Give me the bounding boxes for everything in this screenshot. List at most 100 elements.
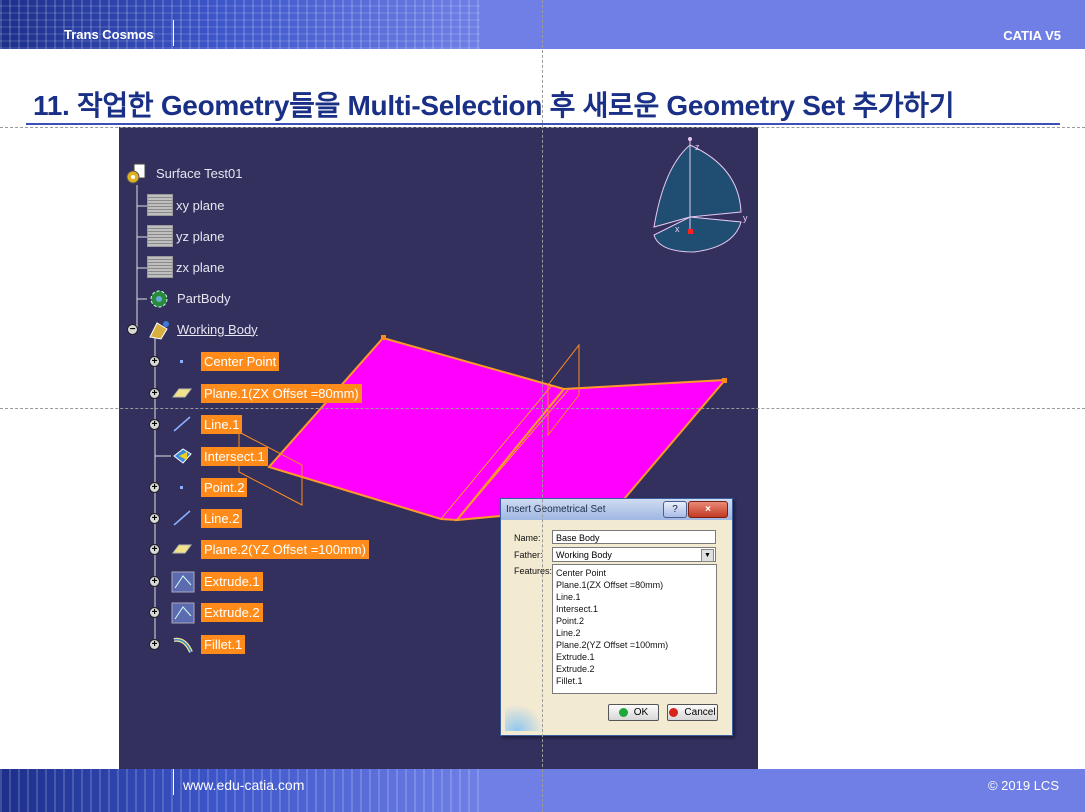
brand-label: Trans Cosmos bbox=[64, 27, 154, 42]
plane-icon bbox=[147, 256, 173, 278]
cancel-button-label: Cancel bbox=[684, 707, 716, 718]
chevron-down-icon[interactable]: ▼ bbox=[701, 549, 714, 562]
compass-y-label: y bbox=[743, 213, 748, 223]
tree-item-label: zx plane bbox=[176, 259, 225, 275]
features-label: Features: bbox=[514, 566, 553, 576]
dialog-decoration bbox=[505, 705, 545, 731]
tree-item-label: Line.2 bbox=[201, 508, 243, 528]
dialog-titlebar[interactable]: Insert Geometrical Set ? × bbox=[501, 499, 732, 520]
geometrical-set-icon bbox=[147, 318, 174, 340]
partbody-gear-icon bbox=[147, 287, 174, 309]
tree-item-yz-plane[interactable]: yz plane bbox=[147, 225, 225, 247]
expand-toggle[interactable]: + bbox=[149, 356, 160, 367]
expand-toggle[interactable]: + bbox=[149, 513, 160, 524]
tree-item-label: Center Point bbox=[201, 351, 280, 371]
feature-item: Plane.1(ZX Offset =80mm) bbox=[556, 580, 664, 590]
tree-item-fillet-1[interactable]: Fillet.1 bbox=[171, 633, 246, 655]
cancel-button[interactable]: Cancel bbox=[667, 704, 718, 721]
feature-item: Line.1 bbox=[556, 592, 581, 602]
tree-item-label: Fillet.1 bbox=[201, 634, 246, 654]
features-list[interactable]: Center Point Plane.1(ZX Offset =80mm) Li… bbox=[552, 564, 717, 694]
ok-icon bbox=[618, 708, 628, 717]
header-divider bbox=[173, 20, 174, 46]
tree-item-line-1[interactable]: Line.1 bbox=[171, 414, 243, 434]
close-button[interactable]: × bbox=[688, 501, 728, 518]
dialog-title: Insert Geometrical Set bbox=[506, 504, 606, 515]
tree-item-label: Line.1 bbox=[201, 414, 243, 434]
vertex-point[interactable] bbox=[722, 378, 727, 383]
guide-line bbox=[542, 0, 543, 812]
expand-toggle[interactable]: + bbox=[149, 544, 160, 555]
extrude-icon bbox=[171, 570, 198, 593]
footer-divider bbox=[173, 769, 174, 795]
extrude-icon bbox=[171, 601, 198, 624]
expand-toggle[interactable]: + bbox=[149, 639, 160, 650]
plane-feature-icon bbox=[171, 382, 198, 404]
plane-icon bbox=[147, 194, 173, 216]
feature-item: Intersect.1 bbox=[556, 604, 599, 614]
tree-item-label: yz plane bbox=[176, 228, 225, 244]
vertex-point[interactable] bbox=[381, 335, 386, 340]
fillet-icon bbox=[171, 633, 198, 655]
tree-item-working-body[interactable]: Working Body bbox=[147, 318, 258, 340]
expand-toggle[interactable]: + bbox=[149, 419, 160, 430]
tree-item-label: Extrude.1 bbox=[201, 571, 263, 591]
tree-item-label: PartBody bbox=[177, 290, 231, 306]
name-input[interactable]: Base Body bbox=[552, 530, 716, 544]
ok-button[interactable]: OK bbox=[608, 704, 659, 721]
father-label: Father: bbox=[514, 550, 543, 560]
compass-icon[interactable] bbox=[653, 137, 742, 253]
expand-toggle[interactable]: + bbox=[149, 607, 160, 618]
expand-toggle[interactable]: + bbox=[149, 388, 160, 399]
tree-item-label: Working Body bbox=[177, 321, 258, 337]
feature-item: Line.2 bbox=[556, 628, 581, 638]
tree-item-intersect-1[interactable]: Intersect.1 bbox=[171, 446, 268, 466]
name-label: Name: bbox=[514, 533, 541, 543]
tree-item-extrude-1[interactable]: Extrude.1 bbox=[171, 570, 263, 593]
tree-item-label: Plane.1(ZX Offset =80mm) bbox=[201, 383, 362, 403]
expand-toggle[interactable]: + bbox=[149, 482, 160, 493]
feature-item: Plane.2(YZ Offset =100mm) bbox=[556, 640, 669, 650]
tree-item-label: Intersect.1 bbox=[201, 446, 268, 466]
help-button[interactable]: ? bbox=[663, 501, 687, 518]
tree-root-label: Surface Test01 bbox=[156, 165, 243, 181]
plane-icon bbox=[147, 225, 173, 247]
tree-item-xy-plane[interactable]: xy plane bbox=[147, 194, 225, 216]
line-icon bbox=[171, 507, 198, 529]
feature-item: Fillet.1 bbox=[556, 676, 583, 686]
feature-item: Extrude.2 bbox=[556, 664, 595, 674]
title-underline bbox=[26, 123, 1060, 125]
compass-z-label: z bbox=[695, 142, 700, 152]
feature-item: Point.2 bbox=[556, 616, 585, 626]
cancel-icon bbox=[669, 708, 679, 717]
tree-item-point-2[interactable]: Point.2 bbox=[171, 476, 248, 498]
footer-copyright: © 2019 LCS bbox=[987, 778, 1059, 793]
intersect-icon bbox=[171, 445, 198, 467]
tree-item-label: Point.2 bbox=[201, 477, 248, 497]
insert-geometrical-set-dialog[interactable]: Insert Geometrical Set ? × Name: Base Bo… bbox=[500, 498, 733, 736]
tree-item-plane-2[interactable]: Plane.2(YZ Offset =100mm) bbox=[171, 539, 369, 559]
tree-root[interactable]: Surface Test01 bbox=[125, 162, 243, 184]
tree-item-partbody[interactable]: PartBody bbox=[147, 288, 230, 308]
point-icon bbox=[171, 350, 198, 372]
tree-item-center-point[interactable]: Center Point bbox=[171, 350, 280, 372]
tree-item-plane-1[interactable]: Plane.1(ZX Offset =80mm) bbox=[171, 383, 362, 403]
father-select-value: Working Body bbox=[556, 550, 612, 560]
point-icon bbox=[171, 476, 198, 498]
slide-title: 11. 작업한 Geometry들을 Multi-Selection 후 새로운… bbox=[33, 90, 955, 121]
tree-item-label: Plane.2(YZ Offset =100mm) bbox=[201, 539, 369, 559]
footer-url: www.edu-catia.com bbox=[183, 777, 305, 793]
feature-item: Extrude.1 bbox=[556, 652, 595, 662]
feature-item: Center Point bbox=[556, 568, 607, 578]
tree-item-line-2[interactable]: Line.2 bbox=[171, 507, 243, 529]
tree-item-zx-plane[interactable]: zx plane bbox=[147, 256, 225, 278]
compass-x-label: x bbox=[675, 224, 680, 234]
collapse-toggle[interactable]: − bbox=[127, 324, 138, 335]
expand-toggle[interactable]: + bbox=[149, 576, 160, 587]
plane-feature-icon bbox=[171, 538, 198, 560]
tree-item-label: Extrude.2 bbox=[201, 602, 263, 622]
father-select[interactable]: Working Body ▼ bbox=[552, 547, 716, 562]
part-document-icon bbox=[125, 162, 153, 184]
tree-item-extrude-2[interactable]: Extrude.2 bbox=[171, 601, 263, 624]
tree-item-label: xy plane bbox=[176, 197, 225, 213]
